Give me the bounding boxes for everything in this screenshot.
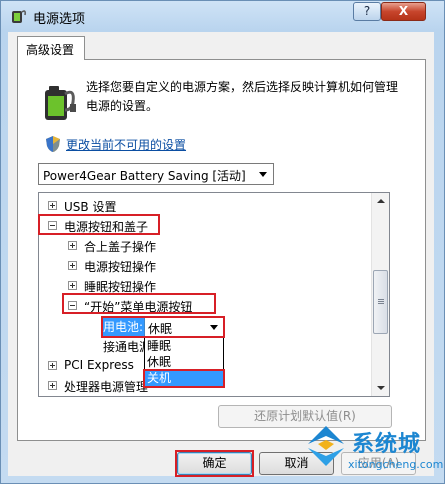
power-plan-select-value: Power4Gear Battery Saving [活动]: [43, 169, 246, 183]
tree-item-label: 合上盖子操作: [84, 240, 157, 254]
grip-icon: [378, 299, 384, 300]
scroll-down-icon[interactable]: [377, 386, 385, 390]
tree-item-label: PCI Express: [64, 358, 134, 372]
annotation-box-start-menu: [62, 293, 216, 314]
annotation-box-ok: [175, 450, 254, 477]
watermark-brand: 系统城: [352, 432, 422, 457]
battery-icon: [45, 86, 76, 120]
annotation-box-on-battery: [101, 316, 225, 338]
help-button[interactable]: ?: [353, 2, 381, 21]
change-unavailable-settings-link[interactable]: 更改当前不可用的设置: [66, 136, 186, 153]
annotation-box-power-buttons: [38, 214, 160, 235]
tab-label: 高级设置: [26, 43, 75, 57]
shield-icon: [46, 136, 60, 152]
tree-item-label: 处理器电源管理: [64, 380, 149, 394]
expand-icon[interactable]: [68, 281, 77, 290]
expand-icon[interactable]: [68, 261, 77, 270]
site-logo-icon: [308, 426, 344, 466]
expand-icon[interactable]: [48, 201, 57, 210]
expand-icon[interactable]: [68, 241, 77, 250]
tree-item-label: USB 设置: [64, 200, 117, 214]
tab-advanced-settings[interactable]: 高级设置: [17, 36, 85, 60]
power-options-icon: [12, 10, 26, 23]
scroll-up-icon[interactable]: [377, 199, 385, 203]
tree-scrollbar[interactable]: [371, 193, 389, 396]
watermark-url: xitongcheng.com: [348, 458, 444, 471]
site-watermark: 系统城 xitongcheng.com: [300, 418, 445, 484]
expand-icon[interactable]: [48, 361, 57, 370]
power-plan-select[interactable]: Power4Gear Battery Saving [活动]: [38, 163, 274, 185]
tree-item-label: 电源按钮操作: [84, 260, 157, 274]
description-text: 选择您要自定义的电源方案，然后选择反映计算机如何管理电源的设置。: [86, 80, 399, 113]
expand-icon[interactable]: [48, 381, 57, 390]
close-button[interactable]: X: [381, 2, 426, 21]
window-title: 电源选项: [33, 12, 86, 27]
annotation-box-shutdown: [143, 369, 225, 388]
dropdown-option-sleep[interactable]: 睡眠: [145, 339, 223, 355]
title-bar[interactable]: 电源选项 ? X: [1, 1, 444, 31]
scroll-thumb[interactable]: [373, 270, 388, 334]
chevron-down-icon: [259, 172, 267, 177]
